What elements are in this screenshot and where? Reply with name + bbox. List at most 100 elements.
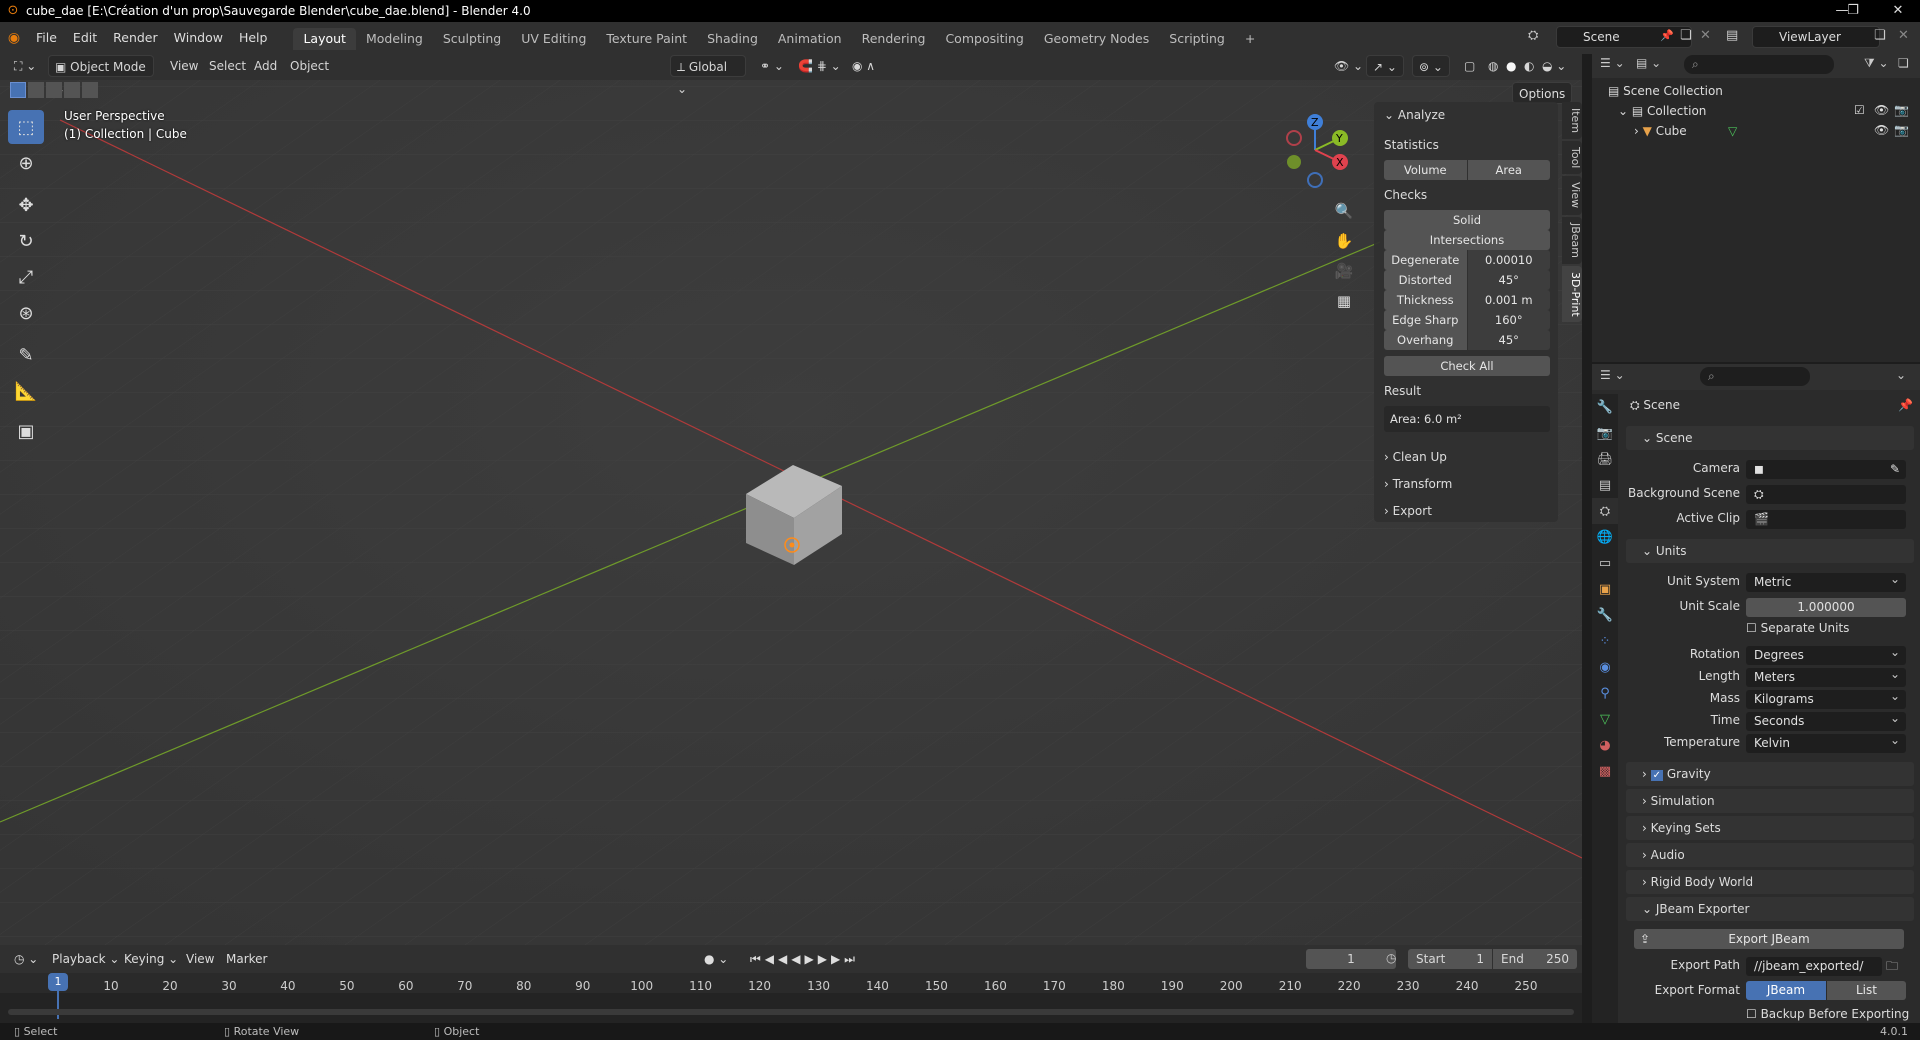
viewport-menu-add[interactable]: Add — [248, 55, 283, 77]
timeline-scrollbar[interactable] — [8, 1009, 1574, 1015]
edge-sharp-button[interactable]: Edge Sharp — [1384, 310, 1467, 330]
cube-row[interactable]: › ▼ Cube — [1634, 124, 1687, 138]
transform-header[interactable]: › Transform — [1384, 477, 1452, 491]
analyze-header[interactable]: ⌄ Analyze — [1384, 108, 1445, 122]
gizmo-toggle-icon[interactable]: ↗ ⌄ — [1366, 55, 1404, 77]
temperature-dropdown[interactable]: Kelvin — [1746, 731, 1906, 753]
export-path-field[interactable]: //jbeam_exported/ — [1746, 957, 1882, 976]
world-tab-icon[interactable]: 🌐 — [1592, 524, 1618, 550]
tab-scripting[interactable]: Scripting — [1159, 28, 1235, 50]
display-mode-icon[interactable]: ▤ ⌄ — [1636, 56, 1661, 70]
delete-scene-icon[interactable]: ✕ — [1700, 28, 1711, 43]
collection-checkbox-icon[interactable]: ☑ — [1854, 103, 1865, 117]
select-intersect-icon[interactable] — [82, 82, 98, 98]
select-invert-icon[interactable] — [64, 82, 80, 98]
select-subtract-icon[interactable] — [46, 82, 62, 98]
collection-camera-icon[interactable]: 📷 — [1894, 103, 1909, 117]
delete-viewlayer-icon[interactable]: ✕ — [1898, 28, 1909, 43]
tab-animation[interactable]: Animation — [768, 28, 852, 50]
tab-geometry-nodes[interactable]: Geometry Nodes — [1034, 28, 1159, 50]
length-dropdown[interactable]: Meters — [1746, 665, 1906, 687]
select-box-tool-icon[interactable]: ⬚ — [8, 110, 44, 144]
intersections-check-button[interactable]: Intersections — [1384, 230, 1550, 250]
pin-icon[interactable]: 📌 — [1660, 29, 1674, 42]
timeline-view-menu[interactable]: View — [180, 948, 220, 970]
scale-tool-icon[interactable]: ⤢ — [8, 260, 44, 294]
3d-viewport[interactable]: ⛶ ⌄ ▣ Object Mode ⌄ View Select Add Obje… — [0, 52, 1582, 945]
end-frame-field[interactable]: End 250 — [1493, 949, 1577, 969]
viewlayer-selector[interactable]: ViewLayer — [1752, 26, 1880, 48]
shading-rendered-icon[interactable]: ◒ ⌄ — [1536, 55, 1572, 77]
unit-system-dropdown[interactable]: Metric — [1746, 570, 1906, 592]
snap-icon[interactable]: 🧲 ⋕ ⌄ — [792, 55, 847, 77]
pivot-icon[interactable]: ⚭ ⌄ — [754, 55, 790, 77]
proportional-edit-icon[interactable]: ◉ ∧ — [846, 55, 881, 77]
rotation-dropdown[interactable]: Degrees — [1746, 643, 1906, 665]
outliner-editor-icon[interactable]: ☰ ⌄ — [1600, 56, 1625, 70]
rigid-body-world-section-header[interactable]: › Rigid Body World — [1626, 870, 1914, 894]
format-jbeam-toggle[interactable]: JBeam — [1746, 981, 1826, 1000]
overhang-value[interactable]: 45° — [1467, 330, 1550, 350]
measure-tool-icon[interactable]: 📐 — [8, 374, 44, 408]
tab-view[interactable]: View — [1562, 176, 1582, 215]
collection-eye-icon[interactable]: 👁 — [1874, 103, 1889, 117]
keying-menu[interactable]: Keying ⌄ — [118, 948, 184, 970]
menu-edit[interactable]: Edit — [65, 22, 105, 54]
export-jbeam-button[interactable]: ⇪ Export JBeam — [1634, 929, 1904, 949]
export-header[interactable]: › Export — [1384, 504, 1432, 518]
filter-icon[interactable]: ⧩ ⌄ — [1864, 56, 1889, 71]
viewport-menu-select[interactable]: Select — [203, 55, 252, 77]
close-window-icon[interactable]: ✕ — [1876, 0, 1920, 22]
folder-browse-icon[interactable]: 🗀 — [1886, 957, 1898, 978]
time-dropdown[interactable]: Seconds — [1746, 709, 1906, 731]
pan-hand-icon[interactable]: ✋ — [1330, 226, 1358, 256]
viewport-menu-object[interactable]: Object — [284, 55, 335, 77]
cleanup-header[interactable]: › Clean Up — [1384, 450, 1447, 464]
volume-button[interactable]: Volume — [1384, 160, 1467, 180]
tab-3d-print[interactable]: 3D-Print — [1562, 265, 1582, 323]
tab-rendering[interactable]: Rendering — [852, 28, 936, 50]
tab-jbeam[interactable]: JBeam — [1562, 216, 1582, 264]
outliner-search-input[interactable]: ⌕ — [1684, 55, 1834, 74]
current-frame-field[interactable]: 1 — [1306, 949, 1396, 969]
tool-tab-icon[interactable]: 🔧 — [1592, 394, 1618, 420]
playback-controls[interactable]: ⏮◀◀◀▶▶▶⏭ — [744, 948, 865, 970]
tab-shading[interactable]: Shading — [697, 28, 768, 50]
annotate-tool-icon[interactable]: ✎ — [8, 338, 44, 372]
properties-pin-icon[interactable]: 📌 — [1898, 398, 1913, 412]
overhang-button[interactable]: Overhang — [1384, 330, 1467, 350]
object-mode-dropdown[interactable]: ▣ Object Mode ⌄ — [48, 55, 154, 96]
auto-keying-icon[interactable]: ● ⌄ — [698, 948, 734, 970]
tab-tool[interactable]: Tool — [1562, 141, 1582, 175]
viewport-menu-view[interactable]: View — [164, 55, 204, 77]
editor-type-icon[interactable]: ⛶ ⌄ — [8, 55, 42, 77]
tab-item[interactable]: Item — [1562, 102, 1582, 140]
collection-row[interactable]: ⌄ ▤ Collection — [1618, 104, 1706, 118]
add-workspace-icon[interactable]: + — [1235, 28, 1265, 50]
render-tab-icon[interactable]: 📷 — [1592, 420, 1618, 446]
properties-editor-icon[interactable]: ☰ ⌄ — [1600, 368, 1625, 382]
solid-check-button[interactable]: Solid — [1384, 210, 1550, 230]
scene-collection-row[interactable]: ▤ Scene Collection — [1608, 84, 1723, 98]
rotate-tool-icon[interactable]: ↻ — [8, 224, 44, 258]
cube-camera-icon[interactable]: 📷 — [1894, 123, 1909, 137]
mesh-data-icon[interactable]: ▽ — [1728, 124, 1737, 138]
check-all-button[interactable]: Check All — [1384, 356, 1550, 376]
navigation-gizmo[interactable]: Z Y X — [1272, 110, 1352, 188]
separate-units-checkbox[interactable]: ☐ Separate Units — [1746, 621, 1849, 635]
overlay-toggle-icon[interactable]: ⊚ ⌄ — [1412, 55, 1450, 77]
thickness-value[interactable]: 0.001 m — [1467, 290, 1550, 310]
blender-menu-icon[interactable]: ◉ — [0, 30, 28, 46]
viewlayer-browse-icon[interactable]: ▤ — [1726, 28, 1738, 43]
add-cube-tool-icon[interactable]: ▣ — [8, 414, 44, 448]
new-scene-icon[interactable]: ❏ — [1680, 28, 1692, 43]
menu-help[interactable]: Help — [231, 22, 276, 54]
active-clip-field[interactable]: 🎬 — [1746, 510, 1906, 529]
scene-browse-icon[interactable]: ⛭ — [1528, 28, 1538, 43]
keying-sets-section-header[interactable]: › Keying Sets — [1626, 816, 1914, 840]
playback-menu[interactable]: Playback ⌄ — [46, 948, 125, 970]
options-dropdown[interactable]: Options — [1512, 82, 1573, 104]
tab-sculpting[interactable]: Sculpting — [433, 28, 511, 50]
format-list-toggle[interactable]: List — [1827, 981, 1906, 1000]
gravity-checkbox[interactable]: ✓ — [1650, 770, 1664, 781]
